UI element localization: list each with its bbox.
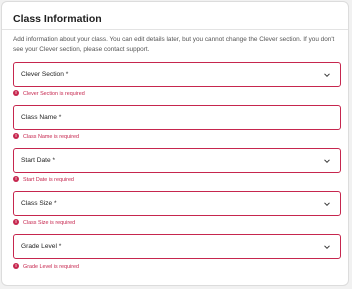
clever-section-label: Clever Section * <box>21 71 69 78</box>
section-description: Add information about your class. You ca… <box>13 36 335 53</box>
grade-level-label: Grade Level * <box>21 243 62 250</box>
alert-circle-icon: ! <box>13 133 19 139</box>
error-message: Start Date is required <box>23 177 74 183</box>
section-title: Class Information <box>13 13 102 25</box>
alert-circle-icon: ! <box>13 263 19 269</box>
alert-circle-icon: ! <box>13 219 19 225</box>
chevron-down-icon <box>324 73 330 78</box>
clever-section-select[interactable]: Clever Section * <box>13 62 341 87</box>
class-information-card: Class Information Add information about … <box>1 1 349 286</box>
chevron-down-icon <box>324 202 330 207</box>
grade-level-select[interactable]: Grade Level * <box>13 234 341 259</box>
error-message: Class Name is required <box>23 134 80 140</box>
class-size-select[interactable]: Class Size * <box>13 191 341 216</box>
title-divider <box>2 29 348 30</box>
error-message: Clever Section is required <box>23 91 85 97</box>
start-date-select[interactable]: Start Date * <box>13 148 341 173</box>
class-name-input[interactable]: Class Name * <box>13 105 341 130</box>
error-message: Grade Level is required <box>23 264 80 270</box>
chevron-down-icon <box>324 159 330 164</box>
alert-circle-icon: ! <box>13 90 19 96</box>
start-date-label: Start Date * <box>21 157 56 164</box>
error-message: Class Size is required <box>23 220 76 226</box>
alert-circle-icon: ! <box>13 176 19 182</box>
chevron-down-icon <box>324 245 330 250</box>
class-name-label: Class Name * <box>21 114 62 121</box>
class-size-label: Class Size * <box>21 200 57 207</box>
